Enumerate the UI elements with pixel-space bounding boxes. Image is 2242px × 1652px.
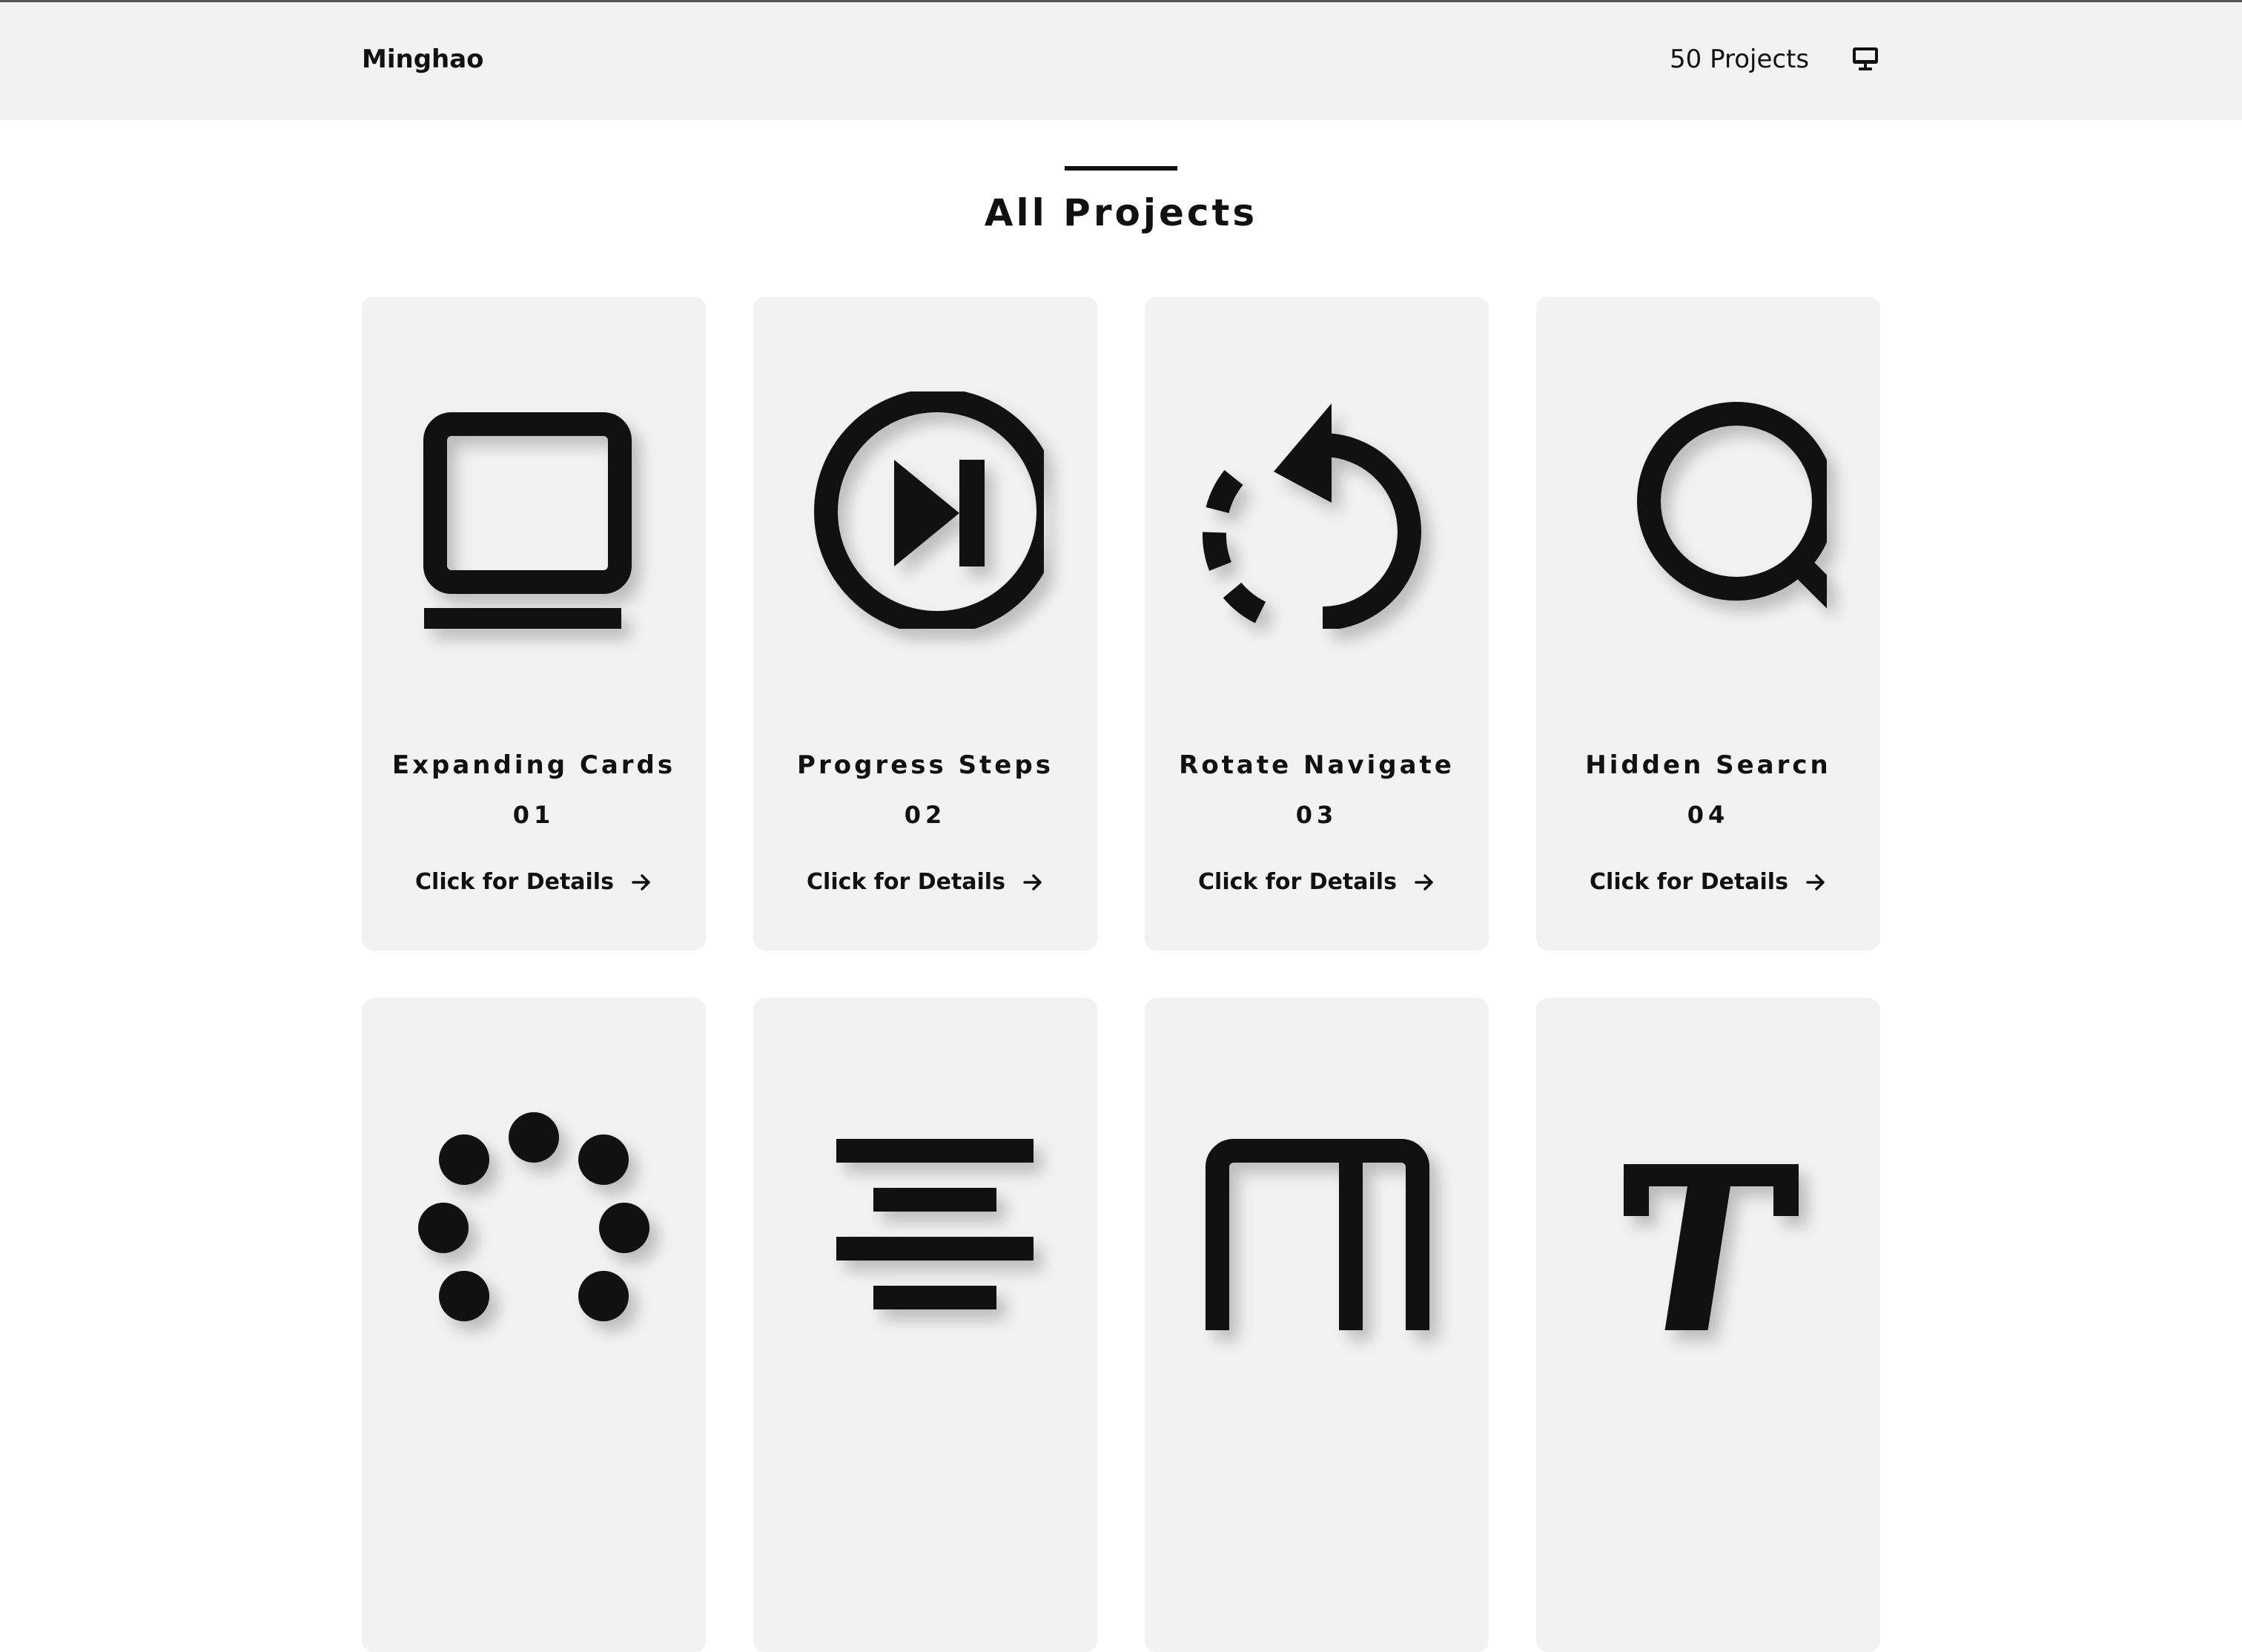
details-label: Click for Details: [807, 869, 1005, 895]
details-label: Click for Details: [1590, 869, 1788, 895]
split-panel-icon: [1198, 1093, 1435, 1378]
details-label: Click for Details: [1198, 869, 1397, 895]
details-label: Click for Details: [415, 869, 614, 895]
arrow-right-icon: [1415, 873, 1433, 891]
title-underline: [1065, 166, 1177, 171]
card-number: 04: [1687, 801, 1730, 829]
skip-next-circle-icon: [807, 389, 1060, 635]
search-icon: [1590, 391, 1868, 633]
project-card[interactable]: [753, 998, 1097, 1652]
arrow-right-icon: [632, 873, 650, 891]
arrow-right-icon: [1806, 873, 1825, 891]
monitor-icon[interactable]: [1851, 44, 1880, 73]
details-link[interactable]: Click for Details: [753, 869, 1097, 895]
project-card[interactable]: [1145, 998, 1489, 1652]
card-number: 03: [1295, 801, 1338, 829]
align-center-icon: [807, 1093, 1044, 1330]
rotate-dashed-icon: [1198, 391, 1435, 630]
brand-name[interactable]: Minghao: [362, 44, 484, 74]
details-link[interactable]: Click for Details: [1145, 869, 1489, 895]
project-card[interactable]: Rotate Navigate 03 Click for Details: [1145, 297, 1489, 951]
project-card[interactable]: [1536, 998, 1880, 1652]
card-number: 02: [904, 801, 947, 829]
arrow-right-icon: [1023, 873, 1042, 891]
navbar: Minghao 50 Projects: [0, 2, 2242, 119]
loading-dots-icon: [415, 1093, 652, 1330]
project-card[interactable]: Progress Steps 02 Click for Details: [753, 297, 1097, 951]
laptop-icon: [415, 391, 652, 632]
card-title: Rotate Navigate: [1179, 750, 1455, 780]
details-link[interactable]: Click for Details: [1536, 869, 1880, 895]
project-count: 50 Projects: [1670, 44, 1810, 74]
card-title: Expanding Cards: [391, 750, 676, 780]
card-title: Progress Steps: [797, 750, 1054, 780]
project-card[interactable]: Expanding Cards 01 Click for Details: [362, 297, 706, 951]
text-t-icon: [1590, 1093, 1827, 1338]
details-link[interactable]: Click for Details: [362, 869, 706, 895]
card-title: Hidden Searcn: [1585, 750, 1831, 780]
project-card[interactable]: Hidden Searcn 04 Click for Details: [1536, 297, 1880, 951]
page-title: All Projects: [984, 191, 1258, 234]
project-card[interactable]: [362, 998, 706, 1652]
card-number: 01: [512, 801, 555, 829]
